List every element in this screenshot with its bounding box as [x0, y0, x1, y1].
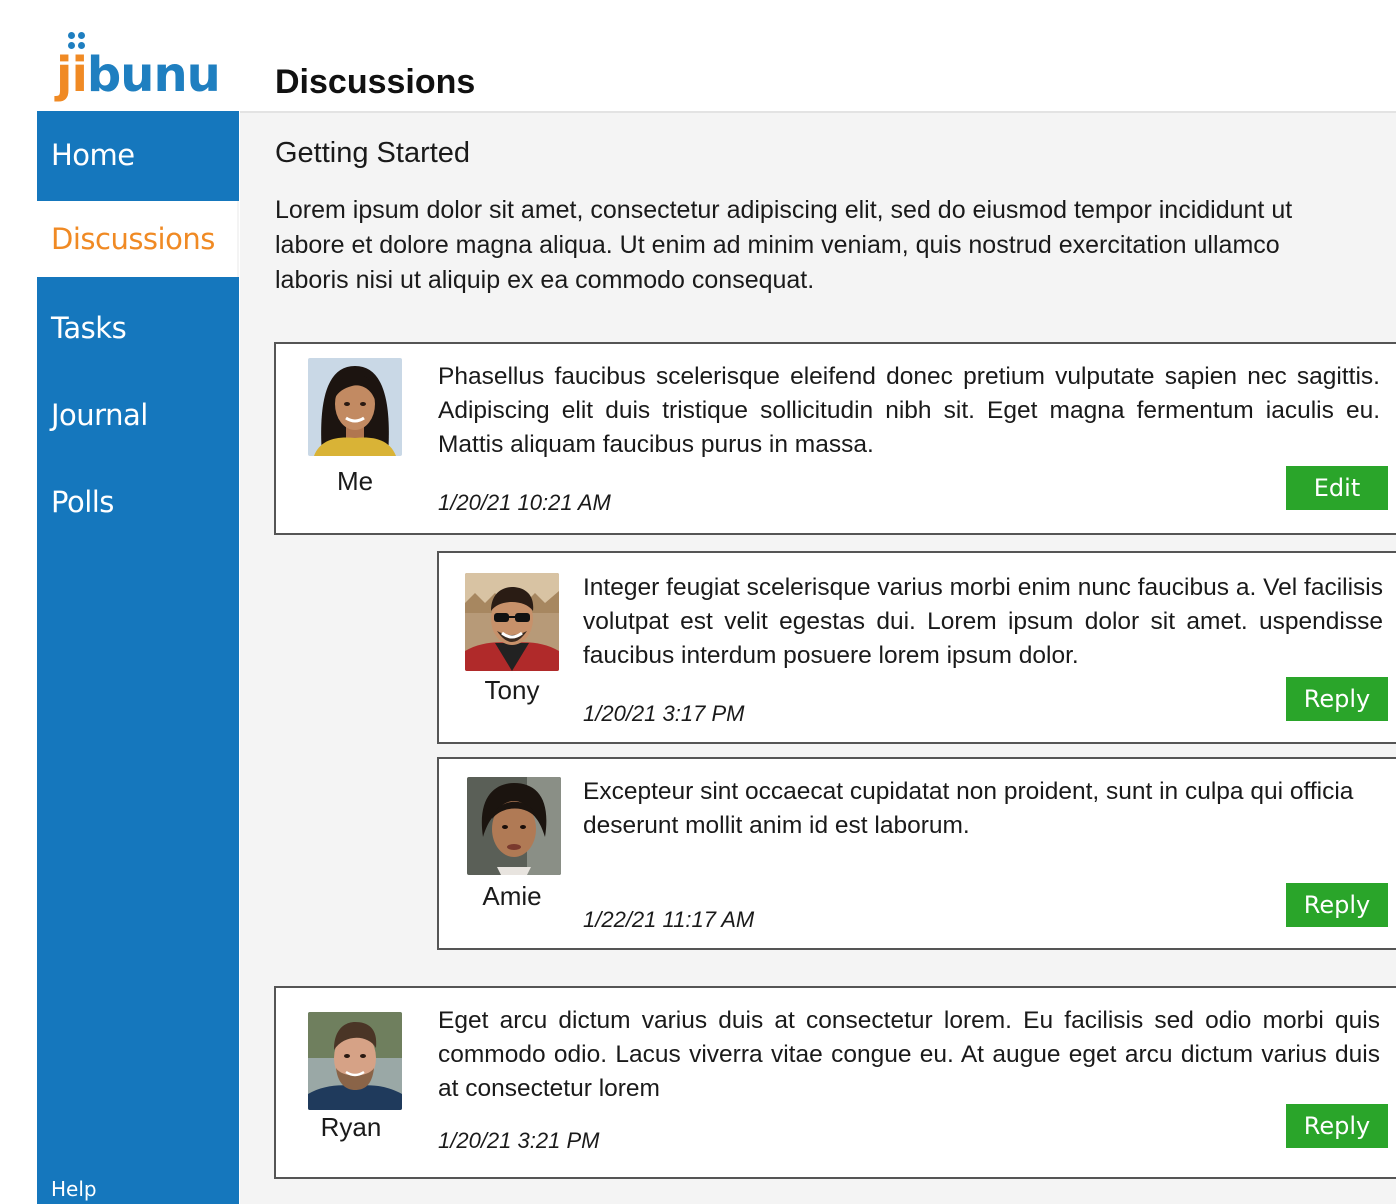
post-author: Me	[336, 466, 374, 496]
post-author: Ryan	[320, 1112, 382, 1142]
avatar-me-photo-icon	[308, 358, 402, 456]
reply-button[interactable]: Reply	[1286, 1104, 1388, 1148]
page-title: Discussions	[275, 63, 476, 101]
sidebar-item-journal[interactable]: Journal	[37, 371, 239, 458]
logo-wordmark: jibunu	[56, 47, 221, 103]
post-text: Excepteur sint occaecat cupidatat non pr…	[583, 778, 1354, 839]
edit-button[interactable]: Edit	[1286, 466, 1388, 510]
topic-title: Getting Started	[275, 137, 471, 169]
sidebar-item-home[interactable]: Home	[37, 111, 239, 198]
reply-card: Amie Excepteur sint occaecat cupidatat n…	[437, 757, 1396, 950]
topic-description-line: laboris nisi ut aliquip ex ea commodo co…	[275, 266, 815, 294]
reply-card: Tony Integer feugiat scelerisque varius …	[437, 551, 1396, 744]
post-card: Me Phasellus faucibus scelerisque eleife…	[274, 342, 1396, 535]
sidebar-item-discussions[interactable]: Discussions	[37, 201, 239, 277]
post-text: Eget arcu dictum varius duis at consecte…	[438, 1007, 1380, 1102]
avatar-tony-photo-icon	[465, 573, 559, 671]
post-timestamp: 1/20/21 10:21 AM	[438, 490, 611, 515]
reply-button[interactable]: Reply	[1286, 677, 1388, 721]
reply-button[interactable]: Reply	[1286, 883, 1388, 927]
avatar-ryan-photo-icon	[308, 1012, 402, 1110]
avatar-amie	[467, 777, 561, 875]
avatar-amie-photo-icon	[467, 777, 561, 875]
topic-description: Lorem ipsum dolor sit amet, consectetur …	[275, 193, 1396, 298]
main-content: Getting Started Lorem ipsum dolor sit am…	[240, 111, 1396, 1204]
help-link[interactable]: Help	[51, 1177, 97, 1201]
post-card: Ryan Eget arcu dictum varius duis at con…	[274, 986, 1396, 1179]
avatar-me	[308, 358, 402, 456]
jibunu-logo: jibunu	[56, 30, 226, 104]
avatar-ryan	[308, 1012, 402, 1110]
post-timestamp: 1/22/21 11:17 AM	[583, 907, 755, 932]
post-text: Integer feugiat scelerisque varius morbi…	[583, 574, 1383, 669]
post-author: Amie	[482, 881, 542, 911]
post-text: Phasellus faucibus scelerisque eleifend …	[438, 363, 1380, 458]
avatar-tony	[465, 573, 559, 671]
topic-description-line: Lorem ipsum dolor sit amet, consectetur …	[275, 196, 1293, 224]
sidebar-item-tasks[interactable]: Tasks	[37, 284, 239, 371]
post-timestamp: 1/20/21 3:21 PM	[438, 1128, 600, 1153]
sidebar-item-polls[interactable]: Polls	[37, 458, 239, 545]
sidebar: Home Discussions Tasks Journal Polls Hel…	[37, 111, 239, 1204]
post-timestamp: 1/20/21 3:17 PM	[583, 701, 745, 726]
topic-description-line: labore et dolore magna aliqua. Ut enim a…	[275, 231, 1280, 259]
post-author: Tony	[484, 675, 540, 705]
